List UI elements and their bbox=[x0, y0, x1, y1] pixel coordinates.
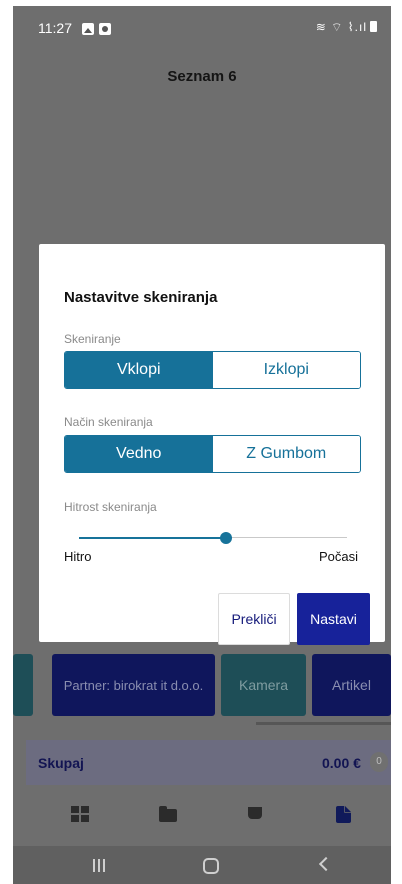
slider-track-active bbox=[79, 537, 226, 539]
cancel-button[interactable]: Prekliči bbox=[218, 593, 290, 645]
folder-icon[interactable] bbox=[159, 806, 177, 822]
scan-speed-slider[interactable] bbox=[79, 531, 347, 545]
scan-speed-label: Hitrost skeniranja bbox=[64, 500, 157, 514]
set-button[interactable]: Nastavi bbox=[297, 593, 370, 645]
item-count-badge: 0 bbox=[370, 752, 388, 772]
scan-settings-dialog: Nastavitve skeniranja Skeniranje Vklopi … bbox=[39, 244, 385, 645]
camera-button[interactable]: Kamera bbox=[221, 654, 306, 716]
home-icon[interactable] bbox=[203, 858, 219, 874]
scanning-label: Skeniranje bbox=[64, 332, 121, 346]
total-bar: Skupaj 0.00 € 0 bbox=[26, 740, 391, 785]
battery-icon bbox=[370, 21, 377, 32]
grid-icon[interactable] bbox=[71, 806, 89, 822]
scanning-toggle: Vklopi Izklopi bbox=[64, 351, 361, 389]
back-icon[interactable] bbox=[318, 856, 334, 872]
dialog-title: Nastavitve skeniranja bbox=[64, 289, 218, 306]
signal-icons: ≋ ⌔ ⌇.ıl bbox=[315, 20, 367, 34]
app-screen: 11:27 ≋ ⌔ ⌇.ıl Seznam 6 Partner: birokra… bbox=[13, 6, 391, 884]
gallery-icon bbox=[82, 23, 94, 35]
scan-mode-toggle: Vedno Z Gumbom bbox=[64, 435, 361, 473]
system-nav-bar bbox=[13, 846, 391, 884]
article-button[interactable]: Artikel bbox=[312, 654, 391, 716]
left-action-button[interactable] bbox=[13, 654, 33, 716]
document-icon[interactable] bbox=[335, 806, 353, 823]
scan-mode-always-option[interactable]: Vedno bbox=[65, 436, 213, 472]
record-icon bbox=[99, 23, 111, 35]
scan-mode-label: Način skeniranja bbox=[64, 415, 153, 429]
page-title: Seznam 6 bbox=[167, 68, 237, 85]
speed-max-label: Počasi bbox=[319, 549, 359, 564]
speed-min-label: Hitro bbox=[64, 549, 92, 564]
cup-icon[interactable] bbox=[247, 806, 265, 822]
slider-thumb[interactable] bbox=[220, 532, 232, 544]
slider-track-inactive bbox=[226, 537, 347, 538]
scanning-on-option[interactable]: Vklopi bbox=[65, 352, 213, 388]
scanning-off-option[interactable]: Izklopi bbox=[212, 352, 360, 388]
partner-button[interactable]: Partner: birokrat it d.o.o. bbox=[52, 654, 215, 716]
status-bar: 11:27 ≋ ⌔ ⌇.ıl bbox=[13, 6, 391, 54]
scan-mode-button-option[interactable]: Z Gumbom bbox=[212, 436, 360, 472]
status-icons: ≋ ⌔ ⌇.ıl bbox=[316, 20, 377, 35]
bottom-tab-bar bbox=[13, 802, 391, 832]
total-label: Skupaj bbox=[38, 755, 84, 771]
status-time: 11:27 bbox=[38, 20, 72, 36]
divider bbox=[256, 722, 391, 725]
total-value: 0.00 € bbox=[322, 755, 361, 771]
recents-icon[interactable] bbox=[93, 859, 105, 872]
